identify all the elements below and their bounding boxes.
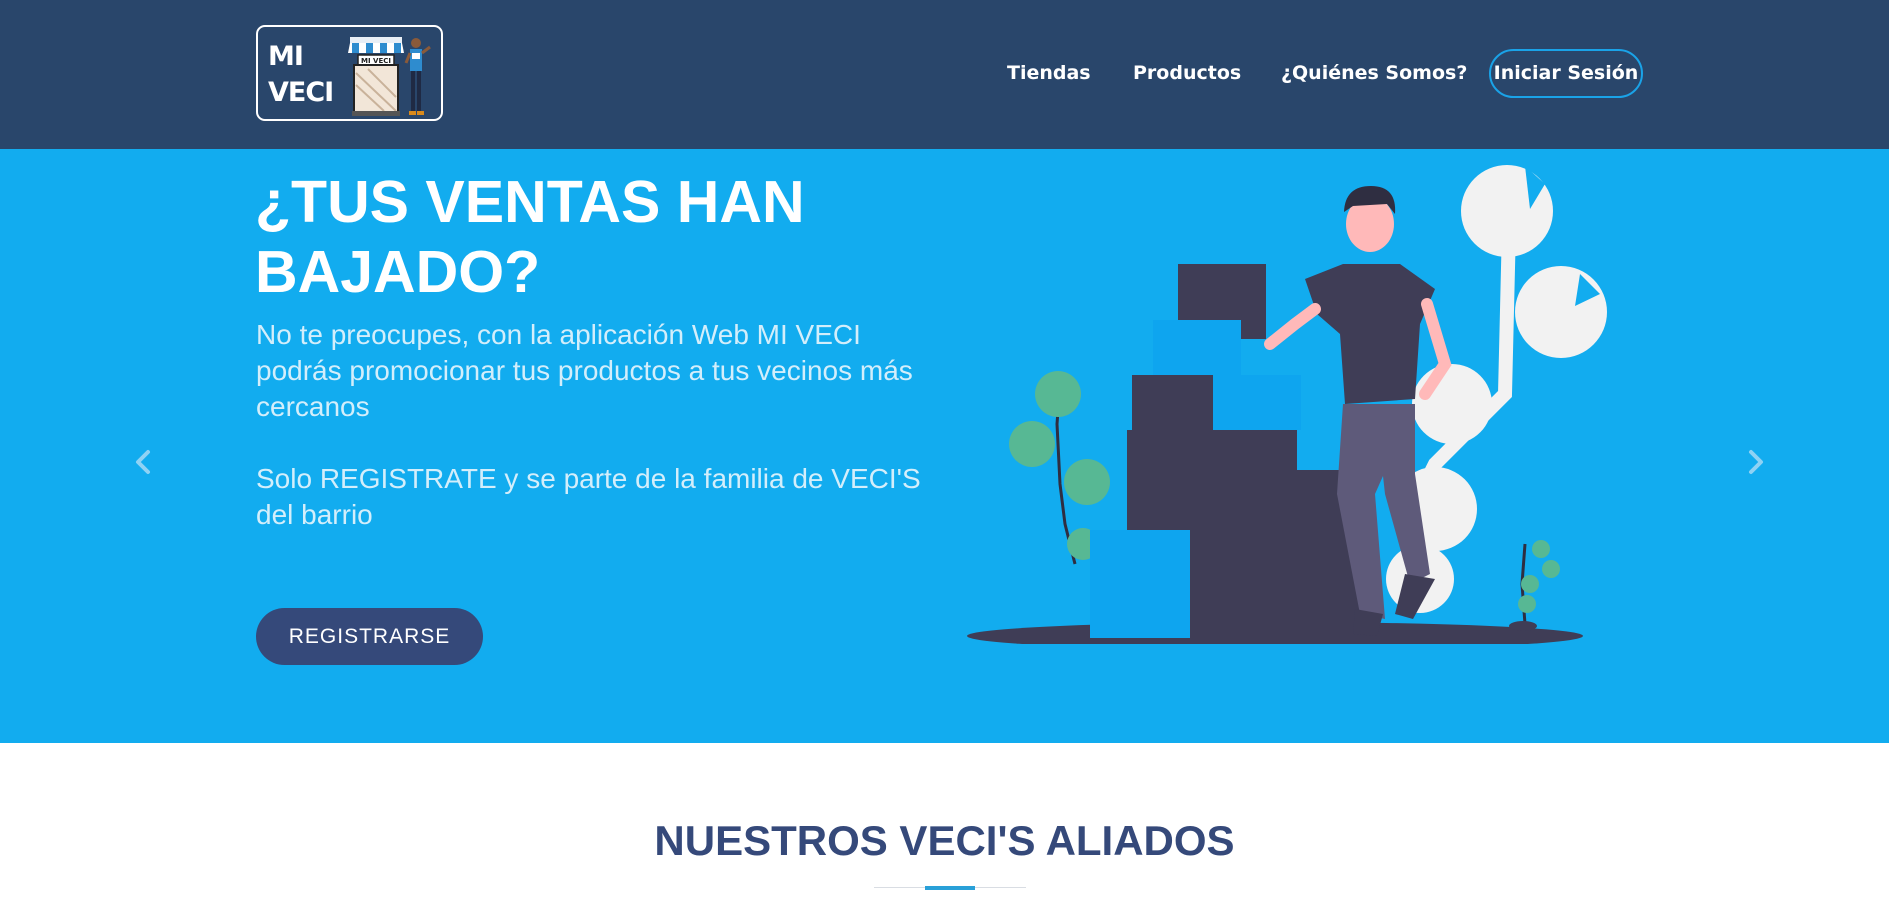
section-divider-accent <box>925 886 975 890</box>
logo-sign-text: MI VECI <box>361 57 391 65</box>
hero-carousel: ¿TUS VENTAS HAN BAJADO? No te preocupes,… <box>0 149 1889 743</box>
section-title: NUESTROS VECI'S ALIADOS <box>654 817 1235 864</box>
register-button[interactable]: REGISTRARSE <box>256 608 483 665</box>
site-header: MI VECI MI VECI Tiendas Productos ¿Quién… <box>0 0 1889 149</box>
nav-productos[interactable]: Productos <box>1133 49 1241 98</box>
store-shopkeeper-icon: MI VECI <box>348 37 431 116</box>
man-with-boxes-illustration <box>967 165 1607 644</box>
carousel-next-button[interactable] <box>1741 444 1771 480</box>
nav-quienes-somos[interactable]: ¿Quiénes Somos? <box>1281 49 1467 98</box>
logo-line-1: MI <box>268 41 304 72</box>
chevron-right-icon <box>1749 450 1763 474</box>
logo[interactable]: MI VECI MI VECI <box>256 25 443 121</box>
logo-line-2: VECI <box>268 77 334 108</box>
hero-call-to-action-text: Solo REGISTRATE y se parte de la familia… <box>256 463 921 530</box>
nav-tiendas[interactable]: Tiendas <box>1007 49 1091 98</box>
logo-text: MI VECI <box>268 39 348 111</box>
chevron-left-icon <box>136 450 150 474</box>
login-button[interactable]: Iniciar Sesión <box>1489 49 1643 98</box>
hero-title: ¿TUS VENTAS HAN BAJADO? <box>255 169 805 305</box>
hero-description: No te preocupes, con la aplicación Web M… <box>256 319 913 422</box>
carousel-prev-button[interactable] <box>128 444 158 480</box>
